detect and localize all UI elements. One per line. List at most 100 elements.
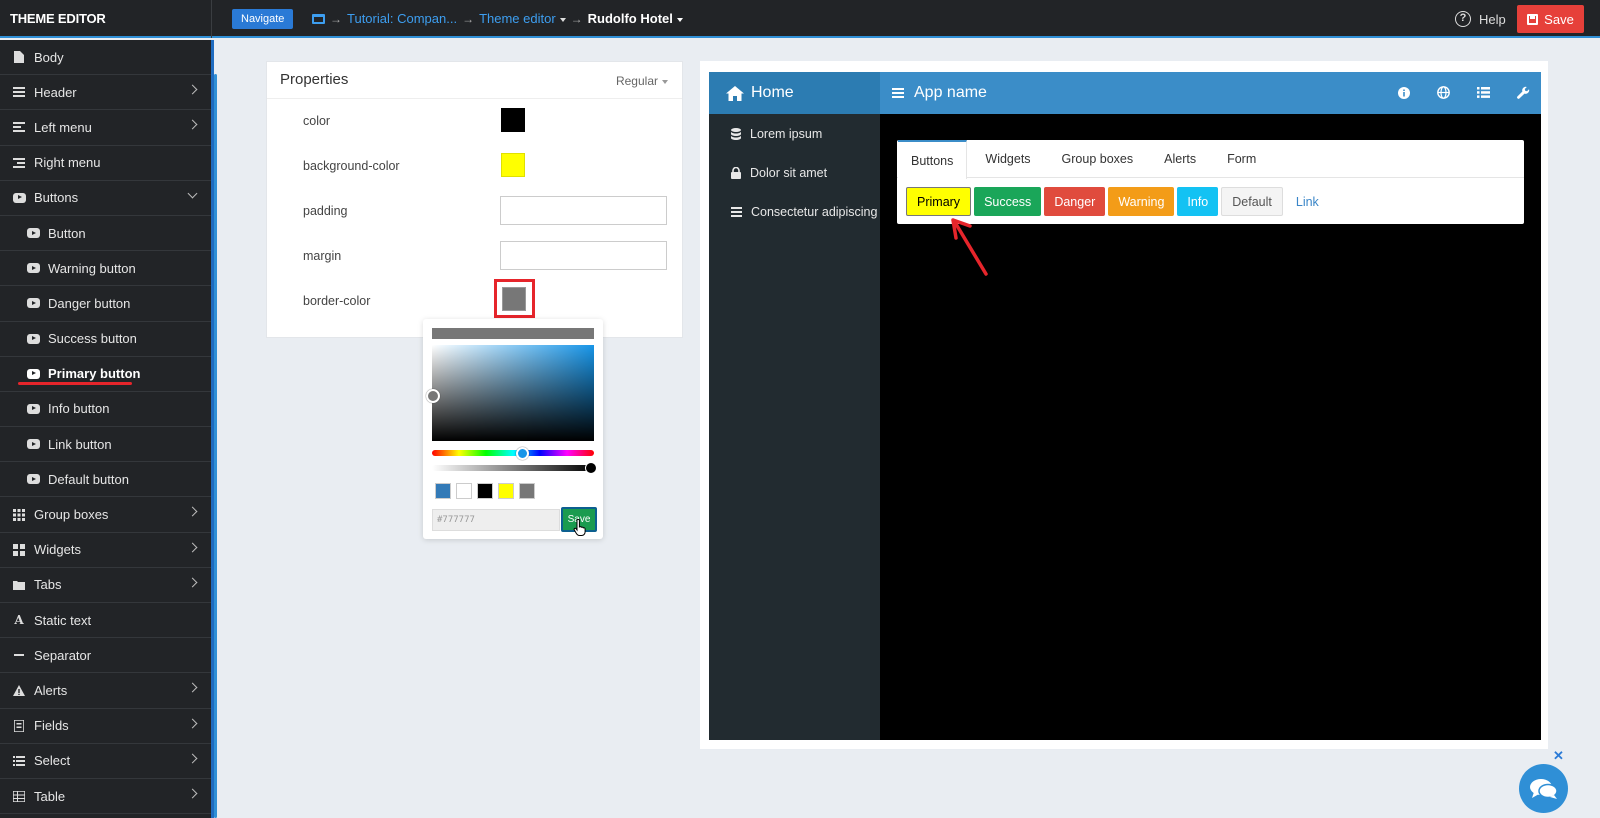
help-link[interactable]: ? Help [1455,11,1506,27]
link-button[interactable]: Link [1286,187,1329,216]
arrow-right-icon: → [462,11,475,26]
preview-side-item[interactable]: Lorem ipsum [709,114,880,153]
topbar-divider [211,0,212,38]
saturation-handle[interactable] [426,389,440,403]
tab-group-boxes[interactable]: Group boxes [1044,140,1147,177]
globe-icon[interactable] [1436,85,1451,100]
breadcrumb-item-hotel[interactable]: Rudolfo Hotel [588,11,683,26]
sidebar-item-primary-button[interactable]: Primary button [0,357,211,392]
mode-dropdown[interactable]: Regular [616,74,668,88]
sidebar-item-info-button[interactable]: Info button [0,392,211,428]
info-icon[interactable] [1396,85,1411,100]
prop-label-margin: margin [303,249,342,263]
preset-swatch[interactable] [435,483,451,499]
preset-swatch[interactable] [519,483,535,499]
sidebar-item-label: Link button [48,436,112,452]
sidebar-item-group-boxes[interactable]: Group boxes [0,497,211,533]
hand-cursor-icon [573,519,586,536]
mode-label: Regular [615,74,658,88]
alpha-handle[interactable] [585,462,597,474]
breadcrumb: → Tutorial: Compan... → Theme editor → R… [312,11,683,26]
chevron-right-icon [187,753,198,764]
danger-button[interactable]: Danger [1044,187,1106,216]
save-button[interactable]: Save [1517,5,1584,33]
sidebar-item-button[interactable]: Button [0,216,211,252]
close-icon[interactable]: ✕ [1553,748,1564,764]
color-swatch-color[interactable] [501,108,525,132]
info-button[interactable]: Info [1177,187,1219,216]
saturation-area[interactable] [432,345,594,441]
sidebar-item-label: Select [34,753,71,769]
margin-input[interactable] [500,241,667,270]
menu-icon [12,87,26,98]
sidebar-item-table[interactable]: Table [0,779,211,815]
sidebar-item-right-menu[interactable]: Right menu [0,146,211,181]
tab-widgets[interactable]: Widgets [967,140,1043,177]
widgets-icon [12,543,26,556]
primary-button[interactable]: Primary [906,187,972,216]
align-left-icon [12,122,26,133]
hex-input[interactable]: #777777 [432,509,560,531]
sidebar-item-fields[interactable]: Fields [0,709,211,744]
chevron-down-icon [187,188,198,199]
preview-side-item[interactable]: Consectetur adipiscing [709,192,880,231]
sidebar-item-buttons[interactable]: Buttons [0,181,211,216]
sidebar-item-header[interactable]: Header [0,75,211,111]
list-icon[interactable] [1476,85,1491,100]
youtube-icon [26,263,40,274]
sidebar-item-label: Success button [48,331,137,347]
tab-buttons[interactable]: Buttons [898,140,968,179]
youtube-icon [26,228,40,239]
file-icon [12,51,26,64]
arrow-right-icon: → [570,11,583,26]
color-swatch-background[interactable] [501,153,525,177]
sidebar-item-danger-button[interactable]: Danger button [0,286,211,322]
sidebar-item-widgets[interactable]: Widgets [0,533,211,568]
chat-button[interactable] [1519,764,1568,813]
padding-input[interactable] [500,196,667,225]
preview-brand[interactable]: Home [709,72,880,114]
sidebar-item-alerts[interactable]: Alerts [0,673,211,709]
breadcrumb-item-theme-editor[interactable]: Theme editor [479,11,566,26]
preset-swatch[interactable] [477,483,493,499]
sidebar-item-body[interactable]: Body [0,40,211,76]
sidebar-item-warning-button[interactable]: Warning button [0,251,211,287]
sidebar-item-default-button[interactable]: Default button [0,462,211,498]
preview-side-item[interactable]: Dolor sit amet [709,153,880,192]
preset-swatch[interactable] [498,483,514,499]
hue-handle[interactable] [516,447,529,460]
sidebar-item-tabs[interactable]: Tabs [0,568,211,603]
chevron-right-icon [187,718,198,729]
database-icon [731,127,741,140]
success-button[interactable]: Success [974,187,1042,216]
sidebar-item-label: Widgets [34,542,81,558]
hue-slider[interactable] [432,450,594,456]
youtube-icon [26,298,40,309]
alpha-slider[interactable] [432,465,594,471]
preset-swatch[interactable] [456,483,472,499]
wrench-icon[interactable] [1516,85,1531,100]
prop-label-color: color [303,114,331,128]
sidebar-item-link-button[interactable]: Link button [0,427,211,463]
list-icon [12,755,26,766]
warning-button[interactable]: Warning [1108,187,1175,216]
sidebar-item-left-menu[interactable]: Left menu [0,110,211,146]
default-button[interactable]: Default [1221,187,1283,216]
minus-icon [12,653,26,657]
sidebar-item-static-text[interactable]: A Static text [0,603,211,639]
sidebar-item-label: Table [34,788,66,804]
sidebar-item-separator[interactable]: Separator [0,638,211,674]
tab-alerts[interactable]: Alerts [1146,140,1209,177]
sidebar-item-label: Group boxes [34,507,109,523]
breadcrumb-item-tutorial[interactable]: Tutorial: Compan... [347,11,457,26]
tab-form[interactable]: Form [1209,140,1269,177]
sidebar-item-select[interactable]: Select [0,744,211,779]
menu-icon[interactable] [892,88,904,98]
sidebar-item-success-button[interactable]: Success button [0,322,211,357]
preview-button-row: Primary Success Danger Warning Info Defa… [906,187,1329,216]
sidebar-item-label: Info button [48,401,110,417]
top-bar: THEME EDITOR Navigate → Tutorial: Compan… [0,0,1600,38]
navigate-button[interactable]: Navigate [232,9,294,29]
scrollbar[interactable] [214,74,217,818]
annotation-highlight-box [494,279,535,318]
